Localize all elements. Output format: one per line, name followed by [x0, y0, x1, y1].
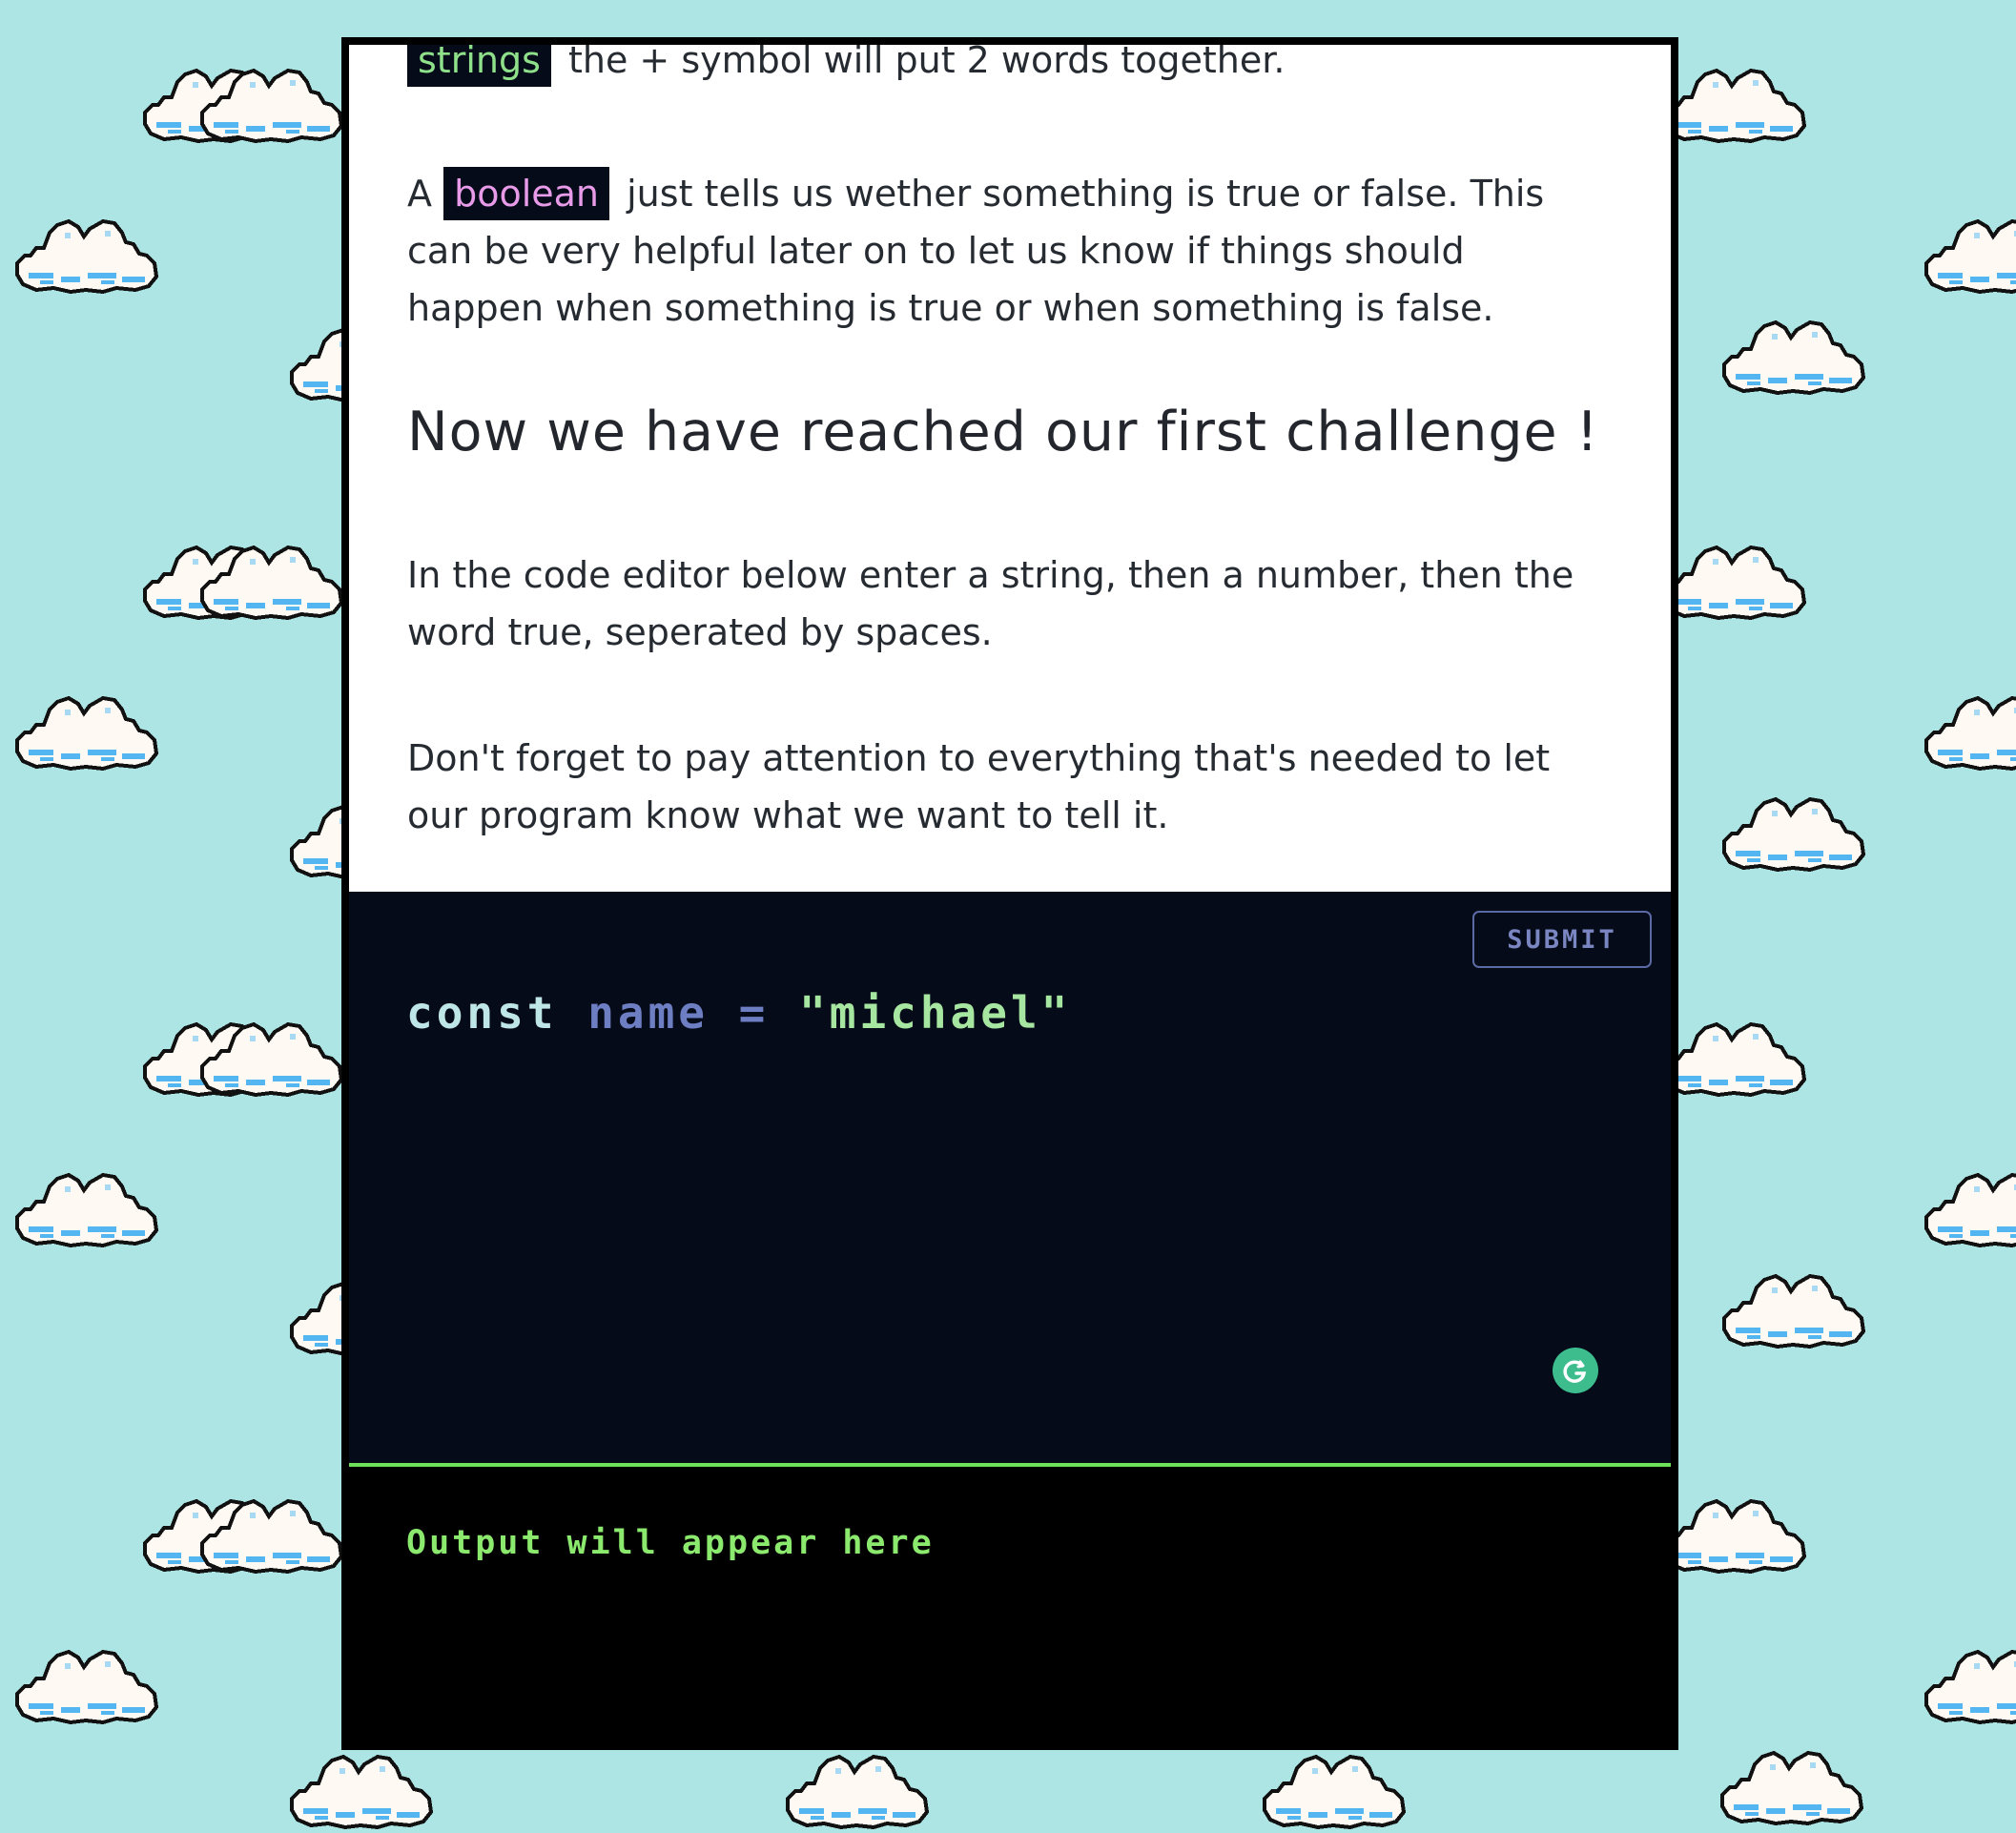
strings-sentence: the + symbol will put 2 words together.: [567, 45, 1286, 81]
grammarly-glyph-icon: [1563, 1360, 1587, 1383]
lesson-card: strings the + symbol will put 2 words to…: [341, 37, 1678, 1750]
cloud-decoration: [1659, 1013, 1833, 1101]
cloud-decoration: [11, 687, 185, 774]
boolean-paragraph: A boolean just tells us wether something…: [407, 165, 1609, 337]
cloud-decoration: [1259, 1745, 1432, 1833]
cloud-decoration: [1921, 1640, 2016, 1728]
cloud-decoration: [782, 1745, 956, 1833]
cloud-decoration: [1659, 1490, 1833, 1577]
cloud-decoration: [1717, 1741, 1890, 1829]
lesson-content: strings the + symbol will put 2 words to…: [349, 45, 1671, 892]
boolean-prefix: A: [407, 173, 432, 215]
strings-paragraph: strings the + symbol will put 2 words to…: [407, 45, 1609, 89]
output-panel: Output will appear here: [349, 1467, 1671, 1742]
code-identifier: name: [587, 987, 709, 1039]
cloud-decoration: [1659, 536, 1833, 624]
cloud-decoration: [1921, 687, 2016, 774]
cloud-decoration: [1718, 1265, 1892, 1352]
output-placeholder: Output will appear here: [406, 1524, 935, 1562]
cloud-decoration: [11, 1640, 185, 1728]
cloud-decoration: [11, 1164, 185, 1251]
submit-button[interactable]: SUBMIT: [1472, 911, 1652, 968]
instruction-paragraph: In the code editor below enter a string,…: [407, 554, 1574, 653]
grammarly-icon[interactable]: [1553, 1348, 1598, 1393]
code-operator: =: [738, 987, 770, 1039]
cloud-decoration: [1921, 1164, 2016, 1251]
code-keyword: const: [406, 987, 558, 1039]
cloud-decoration: [1921, 210, 2016, 298]
code-editor[interactable]: SUBMIT const name = "michael": [349, 892, 1671, 1463]
cloud-decoration: [1718, 788, 1892, 875]
cloud-decoration: [1659, 59, 1833, 147]
strings-code-tag: strings: [407, 45, 551, 87]
cloud-decoration: [11, 210, 185, 298]
code-string: "michael": [799, 987, 1072, 1039]
challenge-heading: Now we have reached our first challenge …: [407, 401, 1599, 463]
cloud-decoration: [1718, 311, 1892, 399]
code-line[interactable]: const name = "michael": [406, 987, 1071, 1039]
cloud-decoration: [286, 1745, 460, 1833]
boolean-code-tag: boolean: [443, 167, 610, 220]
reminder-paragraph: Don't forget to pay attention to everyth…: [407, 737, 1551, 836]
